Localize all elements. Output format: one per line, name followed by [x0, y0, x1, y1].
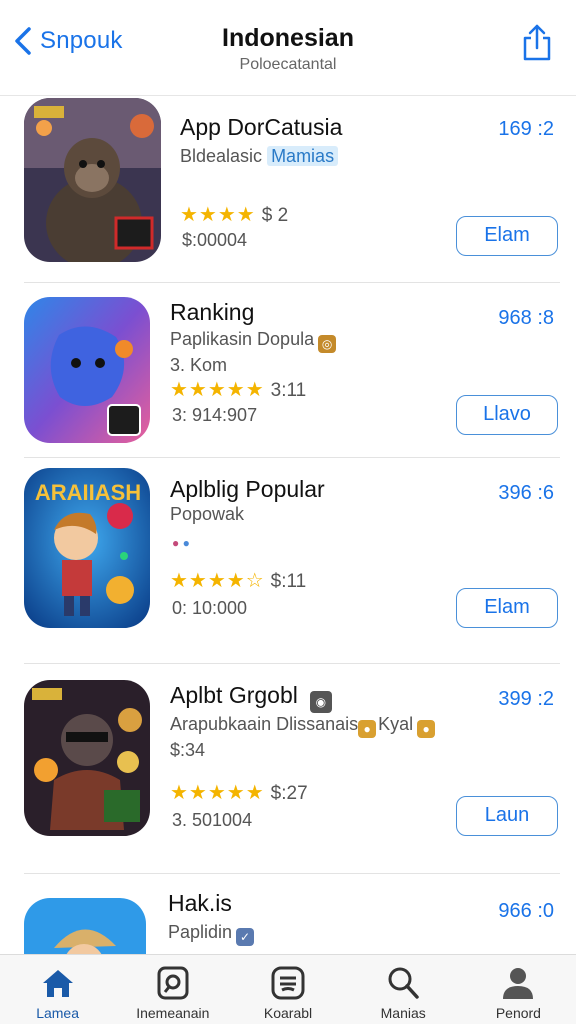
- page-title: Indonesian: [222, 24, 354, 52]
- price: $ 2: [261, 205, 289, 226]
- coin-icon: ●: [417, 720, 436, 738]
- tab-browse[interactable]: Inemeanain: [115, 955, 230, 1024]
- app-artwork-icon: [24, 898, 146, 954]
- app-subtitle: Paplidin ✓: [168, 922, 255, 946]
- tab-profile[interactable]: Penord: [461, 955, 576, 1024]
- list-item[interactable]: Ranking Paplikasin Dopula ◎ 3. Kom ★★★★★ 3…: [0, 283, 576, 458]
- app-subtitle-text: Bldealasic: [180, 146, 263, 166]
- app-name: Aplblig Popular: [170, 476, 325, 502]
- price: $:11: [270, 571, 307, 592]
- price: $:27: [270, 783, 308, 804]
- star-rating: ★★★★★: [170, 782, 265, 804]
- badge-icon: ◎: [318, 335, 337, 353]
- share-icon[interactable]: [520, 22, 554, 62]
- app-artwork-icon: [24, 297, 150, 443]
- app-subtitle-text: Paplikasin Dopula: [170, 329, 315, 349]
- badge-icon: ◉: [309, 691, 332, 713]
- app-extra: $:34: [170, 740, 206, 760]
- star-rating: ★★★★: [180, 204, 256, 226]
- pagination-dots: ● ●: [172, 536, 190, 550]
- app-subtitle: Popowak: [170, 504, 245, 524]
- app-name: Hak.is: [168, 890, 232, 916]
- tab-search[interactable]: Manias: [346, 955, 461, 1024]
- app-subtitle-text: Paplidin: [168, 922, 233, 942]
- app-subtitle-extra: Kyal: [378, 714, 414, 734]
- tab-label: Manias: [380, 1005, 426, 1021]
- rating-stars: ★★★★★ $:27: [170, 780, 308, 805]
- app-subtitle: Bldealasic Mamias: [180, 146, 339, 167]
- app-list: App DorCatusia Bldealasic Mamias ★★★★ $ 2…: [0, 96, 576, 954]
- app-size: 399 :2: [498, 688, 554, 710]
- list-item[interactable]: App DorCatusia Bldealasic Mamias ★★★★ $ 2…: [0, 96, 576, 283]
- tab-label: Lamea: [36, 1005, 79, 1021]
- status-bar: [0, 0, 576, 10]
- profile-icon: [503, 968, 534, 999]
- app-meta: $:00004: [182, 230, 248, 250]
- tab-bar: Lamea Inemeanain Koarabl Manias Penord: [0, 954, 576, 1024]
- app-size: 966 :0: [498, 900, 554, 922]
- get-button[interactable]: Laun: [456, 796, 558, 836]
- list-item[interactable]: Aplbt Grgobl ◉ Arapubkaain Dlissanais ● Kya…: [0, 664, 576, 874]
- app-name: App DorCatusia: [180, 114, 343, 140]
- page-subtitle: Poloecatantal: [239, 56, 337, 73]
- app-name: Aplbt Grgobl ◉: [170, 682, 332, 713]
- app-thumbnail[interactable]: [24, 898, 146, 954]
- badge-icon: ✓: [236, 928, 255, 946]
- games-icon: [271, 966, 305, 1000]
- app-artwork-icon: [24, 680, 150, 836]
- search-icon: [388, 967, 419, 999]
- app-artwork-icon: [24, 98, 161, 262]
- star-rating: ★★★★☆: [170, 570, 265, 592]
- list-item[interactable]: ARAIIASH Aplblig Popular Popowak ● ● ★★★…: [0, 458, 576, 664]
- list-item[interactable]: Hak.is Paplidin ✓ 966 :0: [0, 874, 576, 954]
- price: 3:11: [270, 380, 307, 401]
- app-size: 968 :8: [498, 307, 554, 329]
- home-icon: [42, 970, 73, 997]
- app-subtitle-text: Arapubkaain Dlissanais: [170, 714, 359, 734]
- get-button[interactable]: Elam: [456, 588, 558, 628]
- app-meta: 3. 501004: [172, 810, 253, 830]
- app-name-text: Aplbt Grgobl: [170, 682, 298, 708]
- app-extra: 3. Kom: [170, 355, 228, 375]
- nav-header: Snpouk Indonesian Poloecatantal: [0, 12, 576, 96]
- browse-icon: [157, 966, 189, 1000]
- app-subtitle: Arapubkaain Dlissanais ● Kyal ●: [170, 714, 436, 738]
- app-meta: 3: 914:907: [172, 405, 258, 425]
- get-button[interactable]: Llavo: [456, 395, 558, 435]
- tab-label: Inemeanain: [136, 1005, 210, 1021]
- rating-stars: ★★★★ $ 2: [180, 202, 288, 227]
- tab-games[interactable]: Koarabl: [230, 955, 345, 1024]
- app-subtitle: Paplikasin Dopula ◎: [170, 329, 337, 353]
- tab-home[interactable]: Lamea: [0, 955, 115, 1024]
- app-size: 169 :2: [498, 118, 554, 140]
- app-thumbnail[interactable]: [24, 98, 161, 262]
- app-thumbnail[interactable]: [24, 680, 150, 836]
- tab-label: Koarabl: [263, 1005, 313, 1021]
- tab-label: Penord: [495, 1005, 541, 1021]
- app-thumbnail[interactable]: ARAIIASH: [24, 468, 150, 628]
- coin-icon: ●: [358, 720, 377, 738]
- app-meta: 0: 10:000: [172, 598, 248, 618]
- rating-stars: ★★★★★ 3:11: [170, 377, 306, 402]
- app-size: 396 :6: [498, 482, 554, 504]
- get-button[interactable]: Elam: [456, 216, 558, 256]
- app-name: Ranking: [170, 299, 255, 325]
- app-thumbnail[interactable]: [24, 297, 150, 443]
- category-tag: Mamias: [267, 146, 339, 166]
- thumbnail-title: ARAIIASH: [34, 480, 142, 505]
- star-rating: ★★★★★: [170, 379, 265, 401]
- rating-stars: ★★★★☆ $:11: [170, 568, 306, 593]
